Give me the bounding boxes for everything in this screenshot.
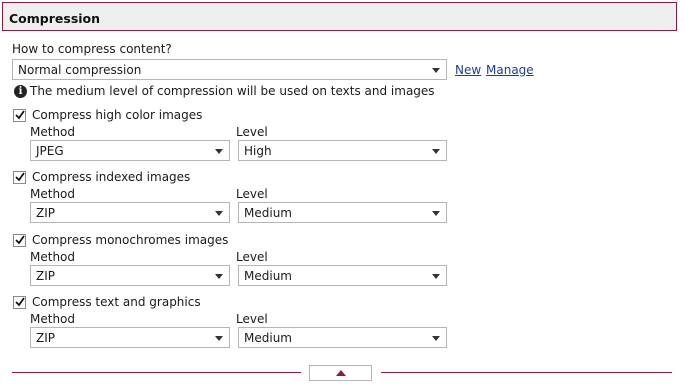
method-dropdown-monochromes[interactable]: ZIP bbox=[30, 265, 230, 286]
chevron-down-icon bbox=[432, 211, 440, 216]
level-label: Level bbox=[236, 250, 268, 264]
collapse-section-button[interactable] bbox=[309, 365, 372, 381]
level-dropdown-indexed[interactable]: Medium bbox=[238, 202, 447, 223]
level-value: High bbox=[244, 144, 272, 158]
method-label: Method bbox=[30, 125, 76, 139]
checkbox-label: Compress indexed images bbox=[32, 170, 191, 184]
chevron-down-icon bbox=[215, 211, 223, 216]
level-dropdown-text-graphics[interactable]: Medium bbox=[238, 327, 447, 348]
compression-section-header: Compression bbox=[2, 2, 677, 31]
chevron-down-icon bbox=[432, 336, 440, 341]
checkbox-compress-high-color-images[interactable] bbox=[13, 109, 26, 122]
chevron-down-icon bbox=[432, 68, 440, 73]
info-text: The medium level of compression will be … bbox=[30, 84, 435, 98]
new-link[interactable]: New bbox=[455, 63, 481, 77]
checkbox-label: Compress text and graphics bbox=[32, 295, 201, 309]
method-value: ZIP bbox=[36, 331, 55, 345]
level-label: Level bbox=[236, 312, 268, 326]
chevron-down-icon bbox=[215, 149, 223, 154]
method-value: ZIP bbox=[36, 206, 55, 220]
checkmark-icon bbox=[15, 297, 25, 307]
checkbox-compress-monochromes-images[interactable] bbox=[13, 234, 26, 247]
level-label: Level bbox=[236, 187, 268, 201]
method-dropdown-high-color[interactable]: JPEG bbox=[30, 140, 230, 161]
footer-divider-right bbox=[381, 372, 672, 373]
method-label: Method bbox=[30, 250, 76, 264]
question-label: How to compress content? bbox=[12, 42, 172, 56]
checkbox-label: Compress high color images bbox=[32, 108, 203, 122]
method-value: JPEG bbox=[36, 144, 64, 158]
level-dropdown-high-color[interactable]: High bbox=[238, 140, 447, 161]
chevron-down-icon bbox=[215, 274, 223, 279]
level-value: Medium bbox=[244, 269, 292, 283]
level-dropdown-monochromes[interactable]: Medium bbox=[238, 265, 447, 286]
level-label: Level bbox=[236, 125, 268, 139]
level-value: Medium bbox=[244, 206, 292, 220]
method-dropdown-text-graphics[interactable]: ZIP bbox=[30, 327, 230, 348]
method-dropdown-indexed[interactable]: ZIP bbox=[30, 202, 230, 223]
method-label: Method bbox=[30, 312, 76, 326]
compression-mode-value: Normal compression bbox=[18, 63, 142, 77]
method-label: Method bbox=[30, 187, 76, 201]
section-title: Compression bbox=[9, 11, 101, 26]
method-value: ZIP bbox=[36, 269, 55, 283]
checkbox-label: Compress monochromes images bbox=[32, 233, 229, 247]
checkmark-icon bbox=[15, 172, 25, 182]
footer-divider-left bbox=[12, 372, 301, 373]
chevron-up-icon bbox=[336, 370, 346, 376]
checkbox-compress-indexed-images[interactable] bbox=[13, 171, 26, 184]
manage-link[interactable]: Manage bbox=[486, 63, 534, 77]
level-value: Medium bbox=[244, 331, 292, 345]
chevron-down-icon bbox=[215, 336, 223, 341]
checkbox-compress-text-and-graphics[interactable] bbox=[13, 296, 26, 309]
chevron-down-icon bbox=[432, 274, 440, 279]
chevron-down-icon bbox=[432, 149, 440, 154]
info-icon: i bbox=[14, 85, 27, 98]
checkmark-icon bbox=[15, 235, 25, 245]
checkmark-icon bbox=[15, 110, 25, 120]
compression-mode-dropdown[interactable]: Normal compression bbox=[12, 59, 447, 80]
